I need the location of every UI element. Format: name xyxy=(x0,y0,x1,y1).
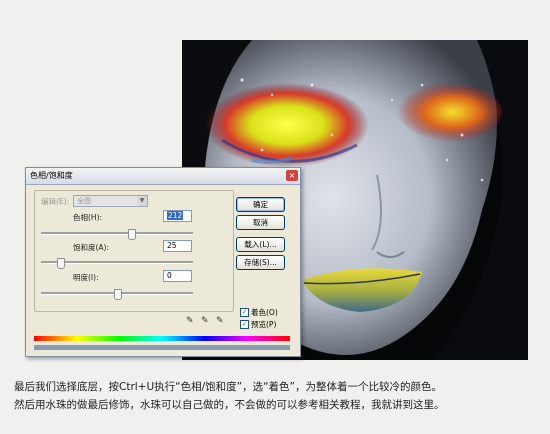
saturation-input[interactable]: 25 xyxy=(163,240,192,252)
edit-label: 编辑(E): xyxy=(41,197,70,206)
preview-checkbox[interactable]: ✓ xyxy=(240,320,249,329)
eyedropper-minus-icon[interactable]: ✎ xyxy=(216,316,224,326)
caption-line-1: 最后我们选择底层，按Ctrl+U执行“色相/饱和度”，选“着色”，为整体着一个比… xyxy=(14,381,442,393)
save-button[interactable]: 存储(S)... xyxy=(236,255,285,270)
dialog-title: 色相/饱和度 xyxy=(30,171,73,180)
preview-label: 预览(P) xyxy=(251,320,277,329)
tutorial-caption: 最后我们选择底层，按Ctrl+U执行“色相/饱和度”，选“着色”，为整体着一个比… xyxy=(14,378,544,414)
hue-value: 212 xyxy=(167,211,184,220)
edit-select-value: 全图 xyxy=(77,197,91,205)
result-color-bar xyxy=(34,345,290,350)
hue-label: 色相(H): xyxy=(73,213,103,222)
saturation-label: 饱和度(A): xyxy=(73,243,110,252)
edit-select[interactable]: 全图 ▼ xyxy=(73,195,148,207)
lightness-value: 0 xyxy=(167,271,172,280)
hue-slider-track[interactable] xyxy=(41,232,193,235)
chevron-down-icon: ▼ xyxy=(137,196,147,206)
lightness-slider-thumb[interactable] xyxy=(114,289,122,300)
saturation-slider-thumb[interactable] xyxy=(57,258,65,269)
load-button[interactable]: 载入(L)... xyxy=(236,237,285,252)
eyedropper-plus-icon[interactable]: ✎ xyxy=(201,316,209,326)
close-icon[interactable]: × xyxy=(286,170,298,181)
caption-line-2: 然后用水珠的做最后修饰，水珠可以自己做的，不会做的可以参考相关教程，我就讲到这里… xyxy=(14,399,445,411)
settings-group: 编辑(E): 全图 ▼ 色相(H): 212 饱和度(A): 25 明度(I):… xyxy=(34,190,234,312)
source-spectrum-bar xyxy=(34,336,290,341)
cancel-button[interactable]: 取消 xyxy=(236,215,285,230)
eyedropper-icon[interactable]: ✎ xyxy=(186,316,194,326)
saturation-value: 25 xyxy=(167,241,177,250)
lightness-label: 明度(I): xyxy=(73,273,99,282)
colorize-label: 着色(O) xyxy=(251,308,278,317)
ok-button[interactable]: 确定 xyxy=(236,197,285,212)
hue-input[interactable]: 212 xyxy=(163,210,192,222)
dialog-titlebar: 色相/饱和度 × xyxy=(26,168,300,185)
hue-saturation-dialog: 色相/饱和度 × 编辑(E): 全图 ▼ 色相(H): 212 饱和度(A): … xyxy=(25,167,301,357)
colorize-checkbox[interactable]: ✓ xyxy=(240,308,249,317)
hue-slider-thumb[interactable] xyxy=(127,229,136,240)
lightness-input[interactable]: 0 xyxy=(163,270,192,282)
